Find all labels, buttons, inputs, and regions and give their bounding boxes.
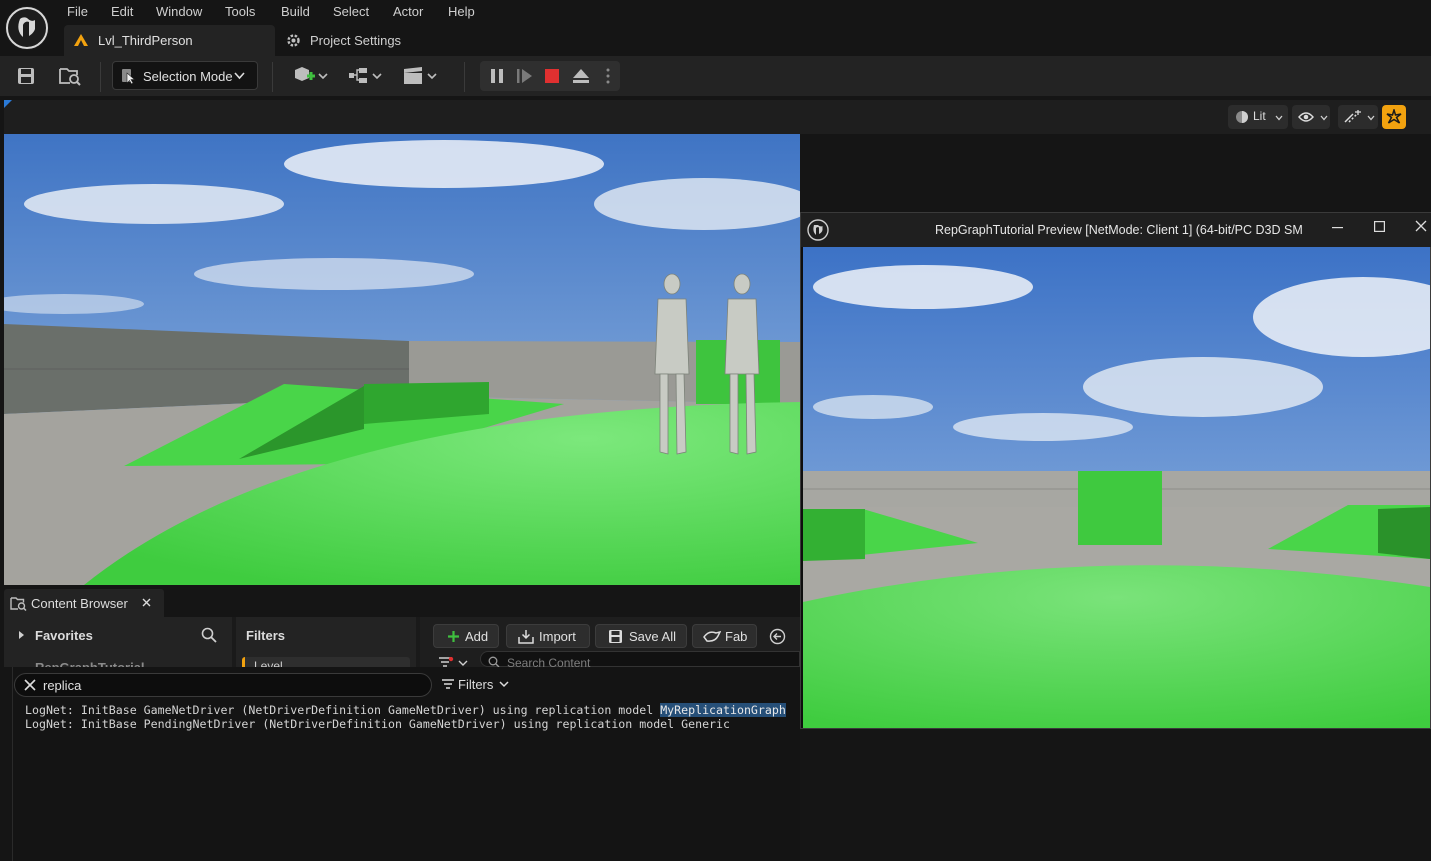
menu-bar: File Edit Window Tools Build Select Acto… xyxy=(0,0,1431,56)
cursor-icon xyxy=(121,68,137,84)
maximize-icon[interactable] xyxy=(1374,221,1385,232)
tab-level-label: Lvl_ThirdPerson xyxy=(98,33,193,48)
background-area xyxy=(800,729,1431,861)
favorites-label[interactable]: Favorites xyxy=(35,628,93,643)
log-highlight: MyReplicationGraph xyxy=(660,703,786,717)
menu-file[interactable]: File xyxy=(67,4,88,19)
tab-content-browser[interactable]: Content Browser xyxy=(4,589,164,617)
fab-button[interactable]: Fab xyxy=(692,624,757,648)
menu-tools[interactable]: Tools xyxy=(225,4,255,19)
save-all-button[interactable]: Save All xyxy=(595,624,687,648)
lit-mode-dropdown[interactable]: Lit xyxy=(1228,105,1288,129)
realtime-toggle-button[interactable] xyxy=(1382,105,1406,129)
output-log-panel: replica Filters LogNet: InitBase GameNet… xyxy=(12,667,800,861)
blueprint-icon[interactable] xyxy=(347,65,387,87)
log-line: LogNet: InitBase PendingNetDriver (NetDr… xyxy=(25,717,730,731)
realtime-burst-icon xyxy=(1386,109,1402,125)
pie-title-bar[interactable]: RepGraphTutorial Preview [NetMode: Clien… xyxy=(801,213,1431,247)
log-search-input[interactable]: replica xyxy=(14,673,432,697)
favorites-panel: Favorites RepGraphTutorial xyxy=(4,617,232,675)
menu-actor[interactable]: Actor xyxy=(393,4,423,19)
save-all-icon xyxy=(608,629,623,644)
snap-icon xyxy=(1344,110,1362,124)
filters-label: Filters xyxy=(246,628,286,643)
save-all-label: Save All xyxy=(629,629,676,644)
import-icon xyxy=(518,629,534,644)
fab-icon xyxy=(703,630,721,643)
pie-scene xyxy=(803,247,1430,728)
step-frame-icon[interactable] xyxy=(516,68,534,84)
play-controls xyxy=(480,61,620,91)
add-label: Add xyxy=(465,629,489,644)
clear-search-icon[interactable] xyxy=(24,679,36,691)
chevron-down-icon xyxy=(499,681,509,688)
log-filters-label: Filters xyxy=(458,677,494,692)
level-icon xyxy=(73,33,89,47)
tab-level[interactable]: Lvl_ThirdPerson xyxy=(64,25,275,56)
history-back-icon[interactable] xyxy=(769,628,786,645)
menu-window[interactable]: Window xyxy=(156,4,202,19)
tab-project-settings[interactable]: Project Settings xyxy=(280,25,430,56)
level-viewport[interactable] xyxy=(4,134,800,585)
import-button[interactable]: Import xyxy=(506,624,590,648)
minimize-icon[interactable] xyxy=(1332,227,1343,229)
chevron-down-icon xyxy=(234,72,245,80)
viewport-corner-marker xyxy=(4,100,12,108)
cinematics-clapper-icon[interactable] xyxy=(402,65,442,87)
log-line-text: LogNet: InitBase GameNetDriver (NetDrive… xyxy=(25,703,661,717)
fab-label: Fab xyxy=(725,629,748,644)
plus-icon xyxy=(447,630,460,643)
add-actor-icon[interactable] xyxy=(292,65,332,87)
content-browser-main: Add Import Save All Fab Search Content xyxy=(420,617,800,670)
pie-preview-window[interactable]: RepGraphTutorial Preview [NetMode: Clien… xyxy=(800,212,1431,729)
viewport-scene xyxy=(4,134,800,585)
eye-icon xyxy=(1298,111,1314,123)
chevron-down-icon xyxy=(1320,115,1328,121)
unreal-logo-icon xyxy=(807,219,829,241)
content-browser-icon xyxy=(10,595,27,612)
close-tab-icon[interactable] xyxy=(142,598,151,607)
menu-edit[interactable]: Edit xyxy=(111,4,133,19)
main-toolbar: Selection Mode xyxy=(0,56,1431,96)
chevron-down-icon xyxy=(1275,115,1283,121)
content-browser-tabbar: Content Browser xyxy=(4,589,800,617)
pie-game-view[interactable] xyxy=(803,247,1430,728)
pause-icon[interactable] xyxy=(490,68,504,84)
content-browse-icon[interactable] xyxy=(58,65,82,87)
log-line: LogNet: InitBase GameNetDriver (NetDrive… xyxy=(25,703,786,717)
lit-label: Lit xyxy=(1253,109,1266,123)
save-icon[interactable] xyxy=(16,66,36,86)
log-search-value: replica xyxy=(43,678,82,693)
search-content-input[interactable]: Search Content xyxy=(480,651,800,670)
menu-build[interactable]: Build xyxy=(281,4,310,19)
selection-mode-dropdown[interactable]: Selection Mode xyxy=(112,61,258,90)
unreal-logo-icon[interactable] xyxy=(5,6,49,50)
menu-help[interactable]: Help xyxy=(448,4,475,19)
more-options-icon[interactable] xyxy=(606,67,610,85)
settings-gear-icon xyxy=(285,32,302,49)
viewport-toolbar: Lit xyxy=(4,100,1431,134)
snapping-dropdown[interactable] xyxy=(1338,105,1378,129)
tab-project-settings-label: Project Settings xyxy=(310,33,402,48)
content-browser-tab-label: Content Browser xyxy=(31,596,128,611)
add-button[interactable]: Add xyxy=(433,624,499,648)
chevron-right-icon[interactable] xyxy=(18,630,25,640)
chevron-down-icon xyxy=(1367,115,1375,121)
eject-icon[interactable] xyxy=(572,68,590,84)
show-flags-dropdown[interactable] xyxy=(1292,105,1330,129)
selection-mode-label: Selection Mode xyxy=(143,69,233,84)
pie-window-title: RepGraphTutorial Preview [NetMode: Clien… xyxy=(935,223,1303,237)
lit-sphere-icon xyxy=(1235,110,1249,124)
stop-icon[interactable] xyxy=(545,69,559,83)
filters-panel: Filters Level xyxy=(236,617,416,673)
import-label: Import xyxy=(539,629,576,644)
menu-select[interactable]: Select xyxy=(333,4,369,19)
content-browser-body: Favorites RepGraphTutorial Filters Level… xyxy=(4,617,800,675)
search-icon[interactable] xyxy=(201,627,217,643)
filter-icon xyxy=(441,679,455,690)
close-icon[interactable] xyxy=(1415,220,1427,232)
